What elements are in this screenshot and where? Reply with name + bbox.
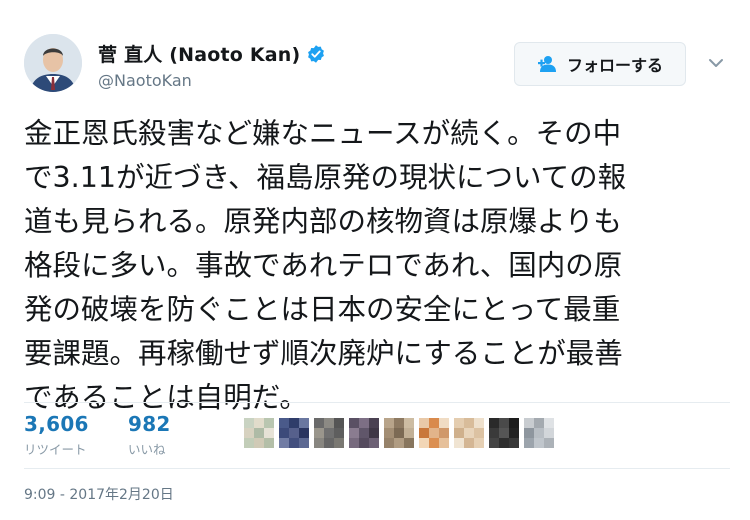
liker-avatar[interactable] [314,418,344,448]
liker-avatar[interactable] [419,418,449,448]
tweet-timestamp[interactable]: 9:09 - 2017年2月20日 [24,484,174,504]
liker-avatar[interactable] [279,418,309,448]
verified-badge-icon [308,44,325,63]
liker-avatar[interactable] [384,418,414,448]
liker-avatar[interactable] [489,418,519,448]
tweet-text-line: 金正恩氏殺害など嫌なニュースが続く。その中 [24,117,622,150]
retweet-stat[interactable]: 3,606 リツイート [24,412,89,458]
retweet-count: 3,606 [24,412,89,436]
tweet-text-line: で3.11が近づき、福島原発の現状についての報 [24,161,627,194]
liker-avatar[interactable] [244,418,274,448]
add-user-icon [537,56,556,72]
avatar[interactable] [24,34,82,92]
tweet-text-line: 道も見られる。原発内部の核物資は原爆よりも [24,205,622,238]
like-stat[interactable]: 982 いいね [128,412,171,458]
liker-avatars [244,418,559,448]
tweet-text-line: 格段に多い。事故であれテロであれ、国内の原 [24,249,623,282]
like-count: 982 [128,412,171,436]
tweet-text-line: 発の破壊を防ぐことは日本の安全にとって最重 [24,293,621,326]
retweet-label: リツイート [24,442,87,457]
follow-button[interactable]: フォローする [514,42,686,86]
liker-avatar[interactable] [454,418,484,448]
liker-avatar[interactable] [349,418,379,448]
chevron-down-icon[interactable] [708,56,724,70]
tweet-text: 金正恩氏殺害など嫌なニュースが続く。その中 で3.11が近づき、福島原発の現状に… [24,112,730,420]
user-handle[interactable]: @NaotoKan [98,71,192,90]
user-name-row: 菅 直人 (Naoto Kan) [98,40,326,67]
divider [24,468,730,469]
like-label: いいね [128,442,166,457]
divider [24,402,730,403]
tweet-text-line: 要課題。再稼働せず順次廃炉にすることが最善 [24,337,623,370]
liker-avatar[interactable] [524,418,554,448]
display-name[interactable]: 菅 直人 (Naoto Kan) [98,40,300,67]
follow-button-label: フォローする [566,56,663,75]
